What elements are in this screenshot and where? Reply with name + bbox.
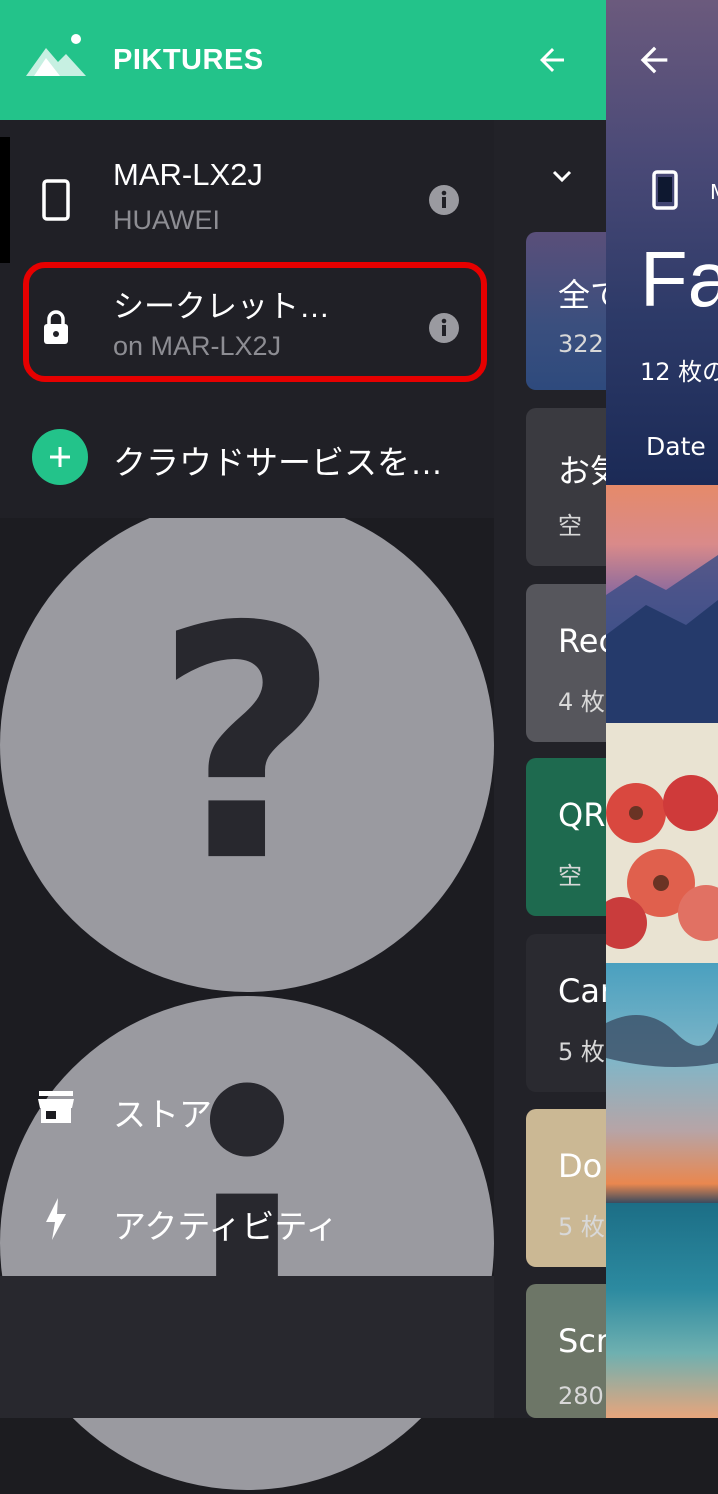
photo-thumbnail[interactable] xyxy=(606,485,718,723)
album-card-count: 空 xyxy=(558,862,582,890)
drawer-header: PIKTURES xyxy=(0,0,494,120)
bolt-icon xyxy=(46,1198,66,1240)
menu-item-store[interactable]: ストア xyxy=(0,1052,494,1164)
album-count: 12 枚の xyxy=(640,358,718,386)
source-title: MAR-LX2J xyxy=(113,157,263,192)
add-icon xyxy=(32,429,88,485)
album-title: Fa xyxy=(640,235,718,323)
svg-text:?: ? xyxy=(154,558,340,932)
album-card[interactable]: Scr 280 xyxy=(526,1284,606,1418)
menu-item-activity[interactable]: アクティビティ xyxy=(0,1164,494,1276)
add-cloud-label: クラウドサービスを… xyxy=(113,444,443,481)
album-card-count: 空 xyxy=(558,512,582,540)
source-item-device[interactable]: MAR-LX2J HUAWEI xyxy=(0,137,494,263)
album-card-title: 全て xyxy=(558,276,606,314)
album-card-title: Car xyxy=(558,972,606,1010)
album-card-count: 322 xyxy=(558,330,604,358)
album-card[interactable]: Rec 4 枚 xyxy=(526,584,606,742)
photo-thumbnail[interactable] xyxy=(606,723,718,963)
album-card-title: Rec xyxy=(558,622,606,660)
sort-date-button[interactable]: Date xyxy=(646,432,706,461)
source-subtitle: HUAWEI xyxy=(113,205,220,235)
navigation-drawer: PIKTURES MAR-LX2J HUAWEI シークレット… on MAR-… xyxy=(0,0,494,1490)
back-arrow-icon[interactable] xyxy=(634,40,674,80)
back-arrow-icon[interactable] xyxy=(534,42,570,78)
device-label: M xyxy=(710,180,718,204)
album-card[interactable]: 全て 322 xyxy=(526,232,606,390)
menu-label: アクティビティ xyxy=(113,1207,339,1246)
app-logo-icon xyxy=(26,34,86,76)
album-card-count: 5 枚 xyxy=(558,1038,605,1066)
app-brand-name: PIKTURES xyxy=(113,44,264,76)
store-icon xyxy=(38,1091,74,1123)
phone-icon xyxy=(42,179,70,221)
photo-thumbnail[interactable] xyxy=(606,1203,718,1418)
album-card[interactable]: QR 空 xyxy=(526,758,606,916)
album-card-count: 5 枚 xyxy=(558,1213,605,1241)
album-card-title: Do xyxy=(558,1147,603,1185)
album-card[interactable]: お気 空 xyxy=(526,408,606,566)
album-card-count: 4 枚 xyxy=(558,688,605,716)
album-card-title: Scr xyxy=(558,1322,606,1360)
album-card-title: お気 xyxy=(558,452,606,490)
drawer-footer xyxy=(0,1276,494,1418)
help-icon[interactable]: ? xyxy=(0,498,494,992)
info-icon[interactable] xyxy=(429,185,459,215)
album-list-panel: 全て 322 お気 空 Rec 4 枚 QR 空 Car 5 枚 Do 5 枚 … xyxy=(494,0,606,1418)
album-card[interactable]: Car 5 枚 xyxy=(526,934,606,1092)
album-card-count: 280 xyxy=(558,1382,604,1410)
album-card-title: QR xyxy=(558,796,606,834)
chevron-down-icon[interactable] xyxy=(550,164,574,188)
phone-icon xyxy=(652,170,678,210)
add-cloud-service-button[interactable]: クラウドサービスを… xyxy=(0,400,494,518)
photo-thumbnail[interactable] xyxy=(606,963,718,1203)
album-detail-panel: M Fa 12 枚の Date xyxy=(606,0,718,1418)
album-card[interactable]: Do 5 枚 xyxy=(526,1109,606,1267)
menu-label: ストア xyxy=(113,1095,212,1134)
highlight-box xyxy=(23,262,487,382)
